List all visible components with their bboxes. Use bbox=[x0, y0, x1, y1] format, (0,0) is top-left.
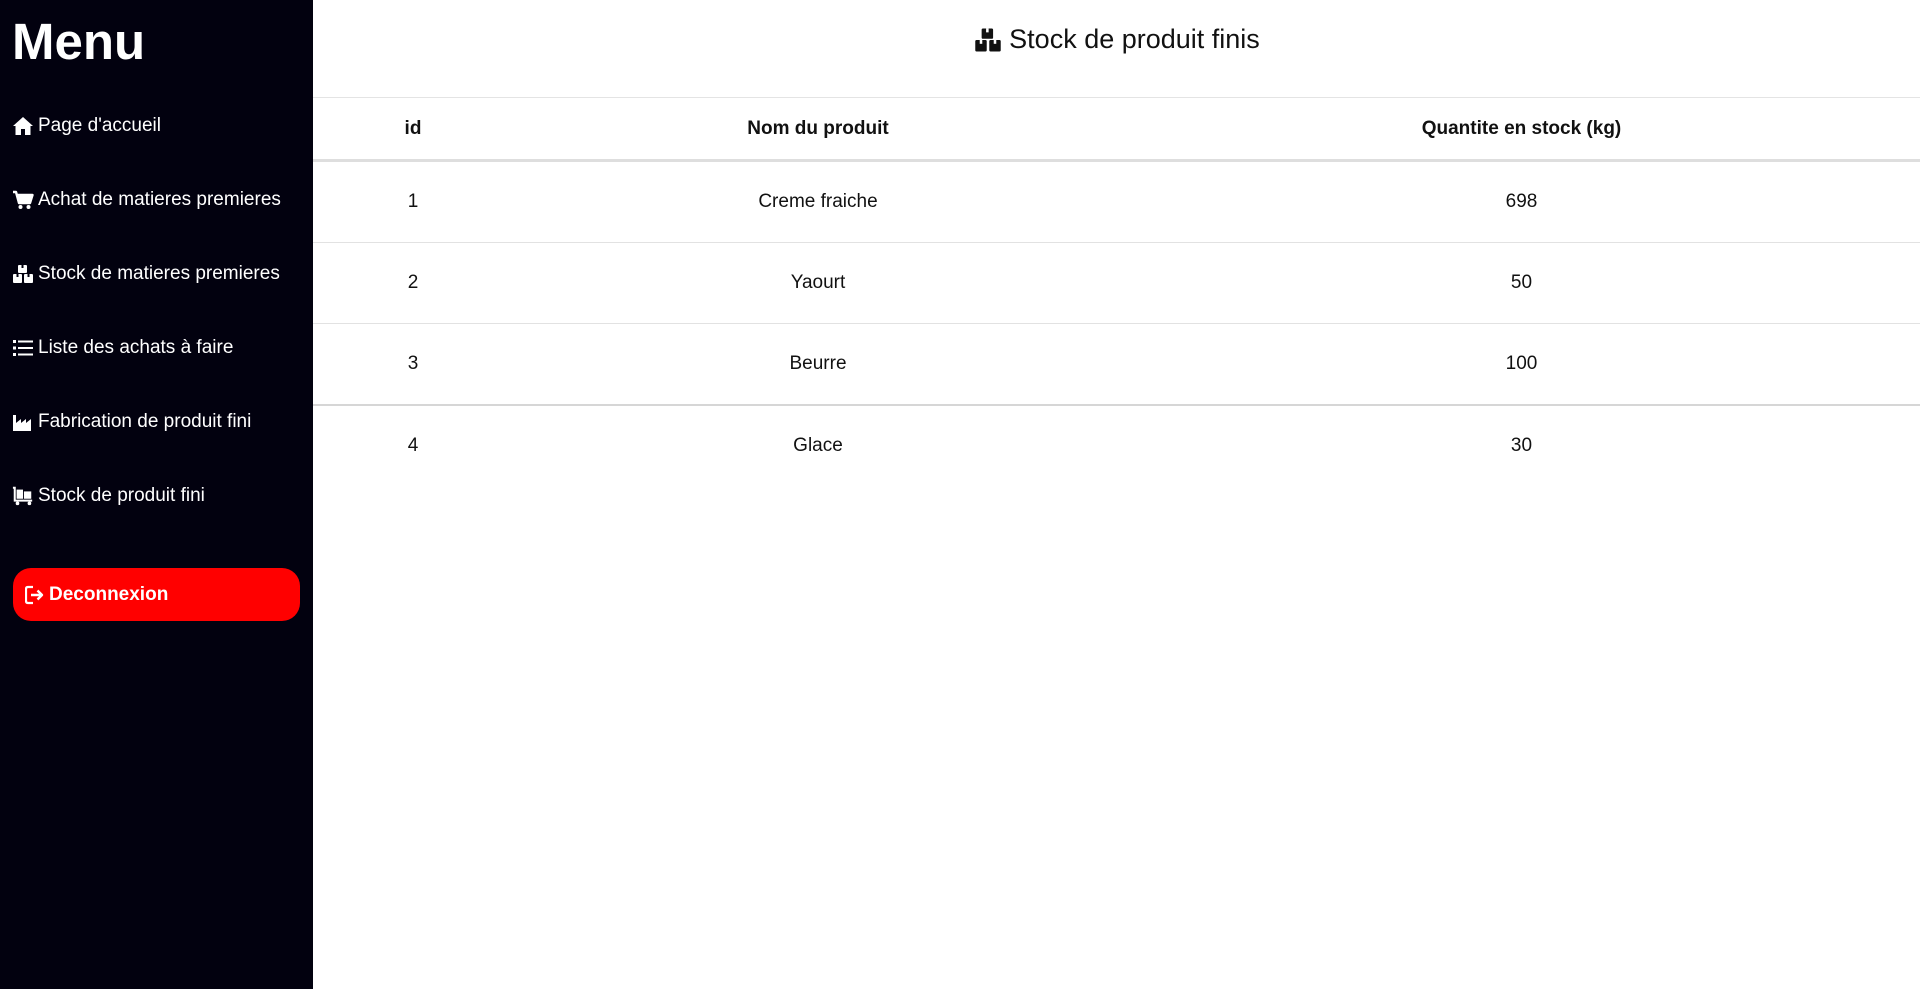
cell-quantity: 50 bbox=[1123, 242, 1920, 324]
menu-title: Menu bbox=[12, 13, 146, 70]
page-title-text: Stock de produit finis bbox=[1009, 24, 1260, 54]
cell-name: Glace bbox=[793, 435, 843, 456]
boxes-icon bbox=[973, 25, 1003, 55]
app-root: Menu Page d'accueil Achat de matieres pr… bbox=[0, 0, 1920, 989]
table-header-row: id Nom du produit Quantite en stock (kg) bbox=[313, 98, 1920, 162]
sidebar-item-purchase-raw[interactable]: Achat de matieres premieres bbox=[12, 184, 281, 216]
sidebar-item-shopping-list[interactable]: Liste des achats à faire bbox=[12, 332, 233, 364]
dolly-icon bbox=[12, 485, 34, 507]
cell-quantity: 100 bbox=[1123, 323, 1920, 406]
cell-name: Yaourt bbox=[513, 242, 1123, 324]
sidebar-item-stock-raw[interactable]: Stock de matieres premieres bbox=[12, 258, 280, 290]
sidebar-item-label: Liste des achats à faire bbox=[38, 337, 234, 358]
column-header-quantity: Quantite en stock (kg) bbox=[1123, 98, 1920, 162]
industry-icon bbox=[12, 411, 34, 433]
sidebar-item-manufacturing[interactable]: Fabrication de produit fini bbox=[12, 406, 251, 438]
cell-id: 4 bbox=[407, 435, 419, 456]
cart-icon bbox=[12, 189, 34, 211]
cell-name: Creme fraiche bbox=[513, 160, 1123, 243]
sidebar-item-label: Achat de matieres premieres bbox=[38, 189, 281, 210]
cell-id: 1 bbox=[313, 160, 513, 243]
list-icon bbox=[12, 337, 34, 359]
column-header-name: Nom du produit bbox=[513, 98, 1123, 162]
table-row: 3 Beurre 100 bbox=[313, 323, 1920, 406]
cell-name: Beurre bbox=[513, 323, 1123, 406]
sidebar-item-label: Stock de produit fini bbox=[38, 485, 205, 506]
sidebar-item-home[interactable]: Page d'accueil bbox=[12, 110, 161, 142]
stock-table: id Nom du produit Quantite en stock (kg)… bbox=[313, 98, 1920, 486]
sidebar: Menu Page d'accueil Achat de matieres pr… bbox=[0, 0, 313, 989]
cell-id: 2 bbox=[313, 242, 513, 324]
sidebar-item-label: Page d'accueil bbox=[38, 115, 161, 136]
logout-label: Deconnexion bbox=[49, 583, 169, 605]
cell-quantity: 30 bbox=[1510, 435, 1533, 456]
sidebar-item-label: Fabrication de produit fini bbox=[38, 411, 252, 432]
column-header-id: id bbox=[313, 98, 513, 162]
sign-out-icon bbox=[24, 584, 46, 606]
sidebar-item-label: Stock de matieres premieres bbox=[38, 263, 280, 284]
table-row: 4 Glace 30 bbox=[313, 405, 1920, 486]
boxes-icon bbox=[12, 263, 34, 285]
page-header: Stock de produit finis bbox=[313, 0, 1920, 98]
page-title: Stock de produit finis bbox=[313, 24, 1920, 55]
cell-id: 3 bbox=[313, 323, 513, 406]
sidebar-item-stock-finished[interactable]: Stock de produit fini bbox=[12, 480, 205, 512]
home-icon bbox=[12, 115, 34, 137]
main-content: Stock de produit finis id Nom du produit… bbox=[313, 0, 1920, 989]
cell-quantity: 698 bbox=[1123, 160, 1920, 243]
table-row: 1 Creme fraiche 698 bbox=[313, 160, 1920, 243]
logout-button[interactable]: Deconnexion bbox=[13, 568, 300, 621]
table-row: 2 Yaourt 50 bbox=[313, 242, 1920, 324]
